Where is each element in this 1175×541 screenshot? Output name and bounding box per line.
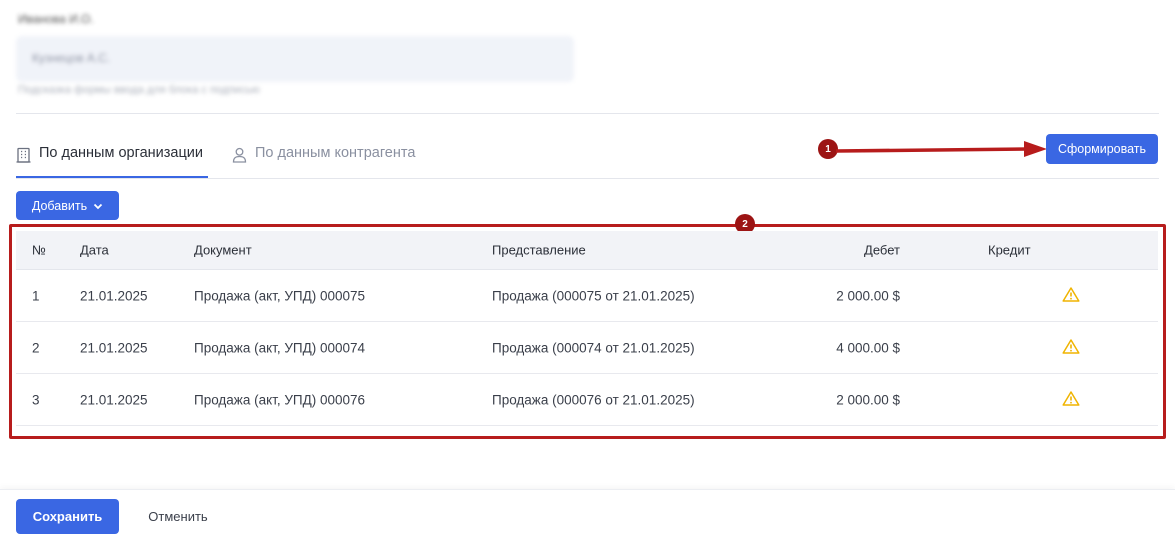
row-document: Продажа (акт, УПД) 000074 (194, 340, 366, 355)
row-document: Продажа (акт, УПД) 000075 (194, 288, 366, 303)
row-representation: Продажа (000075 от 21.01.2025) (492, 288, 695, 303)
row-num: 3 (32, 392, 40, 407)
warning-icon[interactable] (1062, 286, 1080, 305)
tabs-border (16, 178, 1159, 179)
table-row[interactable]: 1 21.01.2025 Продажа (акт, УПД) 000075 П… (16, 270, 1158, 322)
header-representation: Представление (492, 242, 586, 258)
section-divider (16, 113, 1159, 114)
blurred-label: Иванова И.О. (18, 12, 94, 26)
row-num: 2 (32, 340, 40, 355)
header-document: Документ (194, 242, 252, 258)
row-debit: 4 000.00 $ (836, 340, 900, 355)
annotation-arrow-icon (836, 141, 1047, 157)
header-credit: Кредит (988, 242, 1031, 258)
chevron-down-icon (93, 199, 103, 213)
tab-organization[interactable]: По данным организации (16, 145, 208, 179)
blurred-hint: Подсказка формы ввода для блока с подпис… (18, 84, 260, 96)
tab-counterparty-label: По данным контрагента (255, 145, 416, 161)
blurred-input-value: Кузнецов А.С. (32, 51, 111, 65)
tab-organization-label: По данным организации (39, 145, 203, 161)
table-row[interactable]: 3 21.01.2025 Продажа (акт, УПД) 000076 П… (16, 374, 1158, 426)
warning-icon[interactable] (1062, 390, 1080, 409)
user-icon (232, 145, 247, 167)
row-num: 1 (32, 288, 40, 303)
documents-table: № Дата Документ Представление Дебет Кред… (16, 231, 1158, 426)
row-date: 21.01.2025 (80, 288, 148, 303)
row-debit: 2 000.00 $ (836, 288, 900, 303)
annotation-badge-1: 1 (818, 139, 838, 159)
building-icon (16, 145, 31, 167)
blurred-form-section: Иванова И.О. Кузнецов А.С. Подсказка фор… (16, 8, 576, 108)
form-footer: Сохранить Отменить (0, 489, 1175, 541)
tab-counterparty[interactable]: По данным контрагента (232, 145, 415, 179)
save-button[interactable]: Сохранить (16, 499, 119, 534)
cancel-button[interactable]: Отменить (130, 499, 226, 534)
form-report-button[interactable]: Сформировать (1046, 134, 1158, 164)
header-date: Дата (80, 242, 109, 258)
row-debit: 2 000.00 $ (836, 392, 900, 407)
row-date: 21.01.2025 (80, 392, 148, 407)
row-representation: Продажа (000074 от 21.01.2025) (492, 340, 695, 355)
table-row[interactable]: 2 21.01.2025 Продажа (акт, УПД) 000074 П… (16, 322, 1158, 374)
header-num: № (32, 242, 46, 258)
row-document: Продажа (акт, УПД) 000076 (194, 392, 366, 407)
header-debit: Дебет (864, 242, 900, 258)
table-header: № Дата Документ Представление Дебет Кред… (16, 231, 1158, 270)
row-representation: Продажа (000076 от 21.01.2025) (492, 392, 695, 407)
warning-icon[interactable] (1062, 338, 1080, 357)
add-dropdown-button[interactable]: Добавить (16, 191, 119, 220)
row-date: 21.01.2025 (80, 340, 148, 355)
add-button-label: Добавить (31, 198, 88, 213)
blurred-input[interactable]: Кузнецов А.С. (16, 36, 574, 82)
